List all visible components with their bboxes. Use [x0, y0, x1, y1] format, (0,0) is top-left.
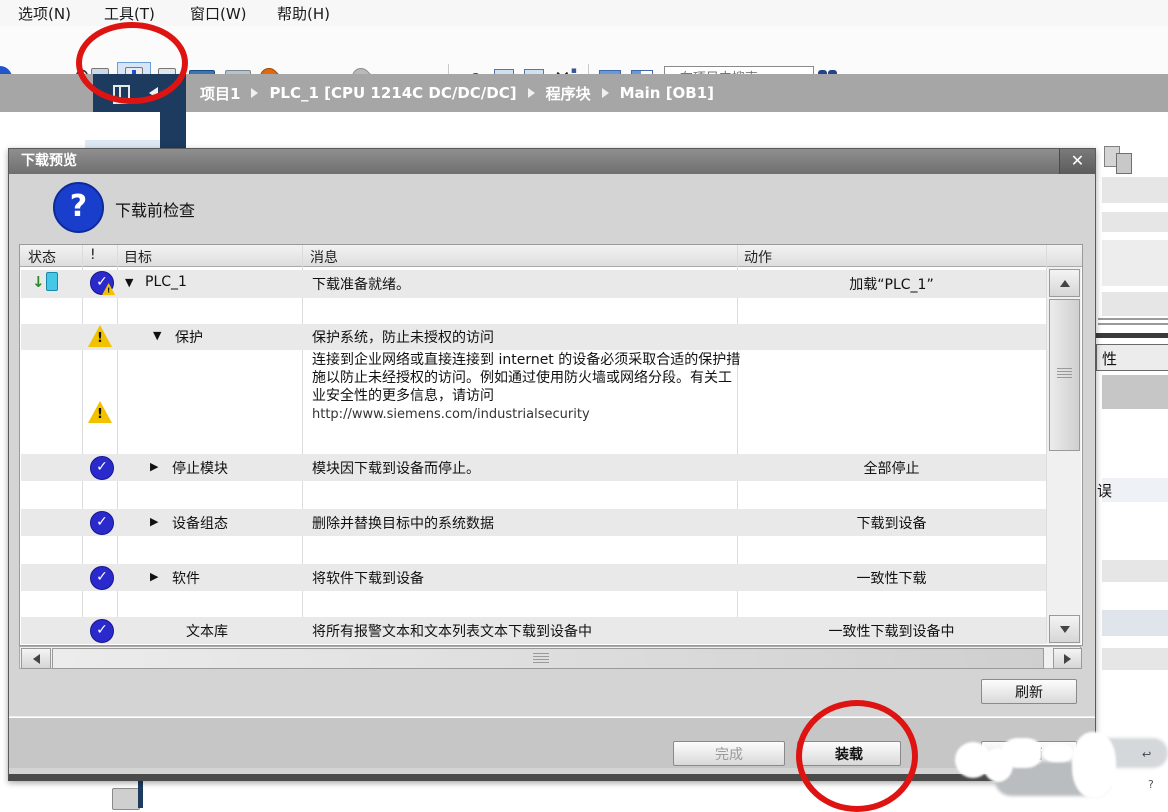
warning-icon: ! [88, 325, 112, 347]
breadcrumb: 项目1 PLC_1 [CPU 1214C DC/DC/DC] 程序块 Main … [200, 74, 714, 112]
breadcrumb-program-blocks[interactable]: 程序块 [546, 83, 591, 104]
protection-note: 连接到企业网络或直接连接到 internet 的设备必须采取合适的保护措施以防止… [312, 351, 744, 405]
horizontal-scrollbar[interactable] [19, 646, 1081, 669]
col-target[interactable]: 目标 [124, 247, 152, 267]
background-panel-edge [138, 780, 143, 808]
row-target[interactable]: 文本库 [186, 621, 228, 641]
project-tree-edge [160, 112, 186, 148]
row-action[interactable]: 一致性下载到设备中 [737, 621, 1046, 641]
row-message: 下载准备就绪。 [312, 274, 410, 294]
breadcrumb-separator-icon [251, 88, 258, 98]
scrollbar-fragment [85, 140, 160, 148]
annotation-circle-load [796, 700, 918, 812]
row-action[interactable]: 全部停止 [737, 458, 1046, 478]
row-target[interactable]: 停止模块 [172, 458, 228, 478]
watermark-glyph: ↩ [1142, 748, 1151, 761]
breadcrumb-separator-icon [528, 88, 535, 98]
watermark-blob [1072, 732, 1116, 798]
scroll-left-button[interactable] [21, 648, 51, 669]
row-expander[interactable]: ▼ [153, 329, 161, 342]
background-block [1102, 375, 1168, 409]
refresh-button[interactable]: 刷新 [981, 679, 1077, 704]
warning-icon: ! [88, 401, 112, 423]
download-state-icon: ↓ [32, 272, 58, 291]
row-expander[interactable]: ▶ [150, 570, 158, 583]
background-row [1102, 610, 1168, 636]
check-icon: ✓ [90, 566, 114, 590]
vertical-scrollbar[interactable] [1047, 267, 1081, 644]
col-status[interactable]: 状态 [28, 247, 56, 267]
col-alert[interactable]: ! [90, 247, 96, 263]
check-icon: ✓ [90, 511, 114, 535]
col-message[interactable]: 消息 [310, 247, 338, 267]
watermark-glyph: ? [1148, 778, 1154, 791]
background-row [1102, 177, 1168, 203]
menu-help[interactable]: 帮助(H) [277, 3, 330, 24]
mini-warning-icon: ! [102, 283, 115, 295]
background-divider [1098, 318, 1168, 320]
background-row [1102, 212, 1168, 232]
breadcrumb-separator-icon [602, 88, 609, 98]
background-row [1102, 292, 1168, 316]
menu-tools[interactable]: 工具(T) [104, 3, 155, 24]
background-row [1102, 240, 1168, 286]
watermark-blob [1002, 738, 1042, 768]
question-icon: ? [53, 182, 104, 233]
row-message: 将所有报警文本和文本列表文本下载到设备中 [312, 621, 592, 641]
row-message: 模块因下载到设备而停止。 [312, 458, 480, 478]
annotation-circle-toolbar [76, 22, 188, 104]
background-divider [1098, 323, 1168, 325]
row-action[interactable]: 一致性下载 [737, 568, 1046, 588]
scroll-up-button[interactable] [1049, 269, 1080, 297]
row-expander[interactable]: ▼ [125, 276, 133, 289]
breadcrumb-project[interactable]: 项目1 [200, 83, 240, 104]
row-action[interactable]: 下载到设备 [737, 513, 1046, 533]
scrollbar-thumb[interactable] [52, 648, 1044, 669]
background-divider [1096, 333, 1168, 338]
menu-bar: 选项(N) 工具(T) 窗口(W) 帮助(H) [0, 0, 1168, 26]
background-module-icon [1116, 153, 1132, 174]
col-action[interactable]: 动作 [744, 247, 772, 267]
properties-tab-fragment[interactable]: 性 [1096, 344, 1168, 371]
protection-link[interactable]: http://www.siemens.com/industrialsecurit… [312, 407, 744, 422]
check-icon: ✓ [90, 619, 114, 643]
row-message: 将软件下载到设备 [312, 568, 424, 588]
row-target[interactable]: 软件 [172, 568, 200, 588]
scroll-down-button[interactable] [1049, 615, 1080, 643]
breadcrumb-main-ob1[interactable]: Main [OB1] [620, 84, 714, 102]
download-check-table: 状态 ! 目标 消息 动作 ↓ ✓ ! ▼ PLC_1 下载准备就绪。 加载“P… [19, 244, 1083, 646]
errors-tab-fragment[interactable]: 误 [1097, 480, 1112, 501]
scrollbar-thumb[interactable] [1049, 299, 1080, 451]
menu-window[interactable]: 窗口(W) [190, 3, 247, 24]
row-action[interactable]: 加载“PLC_1” [737, 274, 1046, 294]
download-preview-dialog: 下载预览 ✕ ? 下载前检查 状态 ! 目标 消息 动作 ↓ ✓ ! ▼ PLC… [8, 148, 1096, 781]
dialog-bottom-bar: 完成 装载 取消 [9, 716, 1095, 768]
dialog-title-bar[interactable]: 下载预览 [9, 149, 1095, 174]
check-icon: ✓ [90, 456, 114, 480]
scroll-right-button[interactable] [1053, 648, 1082, 669]
table-header: 状态 ! 目标 消息 动作 [20, 245, 1082, 267]
watermark-blob [1043, 744, 1073, 762]
breadcrumb-plc[interactable]: PLC_1 [CPU 1214C DC/DC/DC] [269, 84, 516, 102]
row-message: 保护系统，防止未授权的访问 [312, 327, 494, 347]
menu-options[interactable]: 选项(N) [18, 3, 71, 24]
dialog-check-header: 下载前检查 [115, 197, 195, 221]
close-icon[interactable]: ✕ [1059, 149, 1095, 174]
background-row [1102, 648, 1168, 670]
row-message: 删除并替换目标中的系统数据 [312, 513, 494, 533]
row-expander[interactable]: ▶ [150, 460, 158, 473]
row-expander[interactable]: ▶ [150, 515, 158, 528]
background-row [1102, 560, 1168, 582]
row-target[interactable]: 设备组态 [172, 513, 228, 533]
background-window-icon [112, 788, 140, 810]
row-target[interactable]: 保护 [175, 327, 203, 347]
row-target[interactable]: PLC_1 [145, 274, 187, 290]
finish-button[interactable]: 完成 [673, 741, 785, 766]
